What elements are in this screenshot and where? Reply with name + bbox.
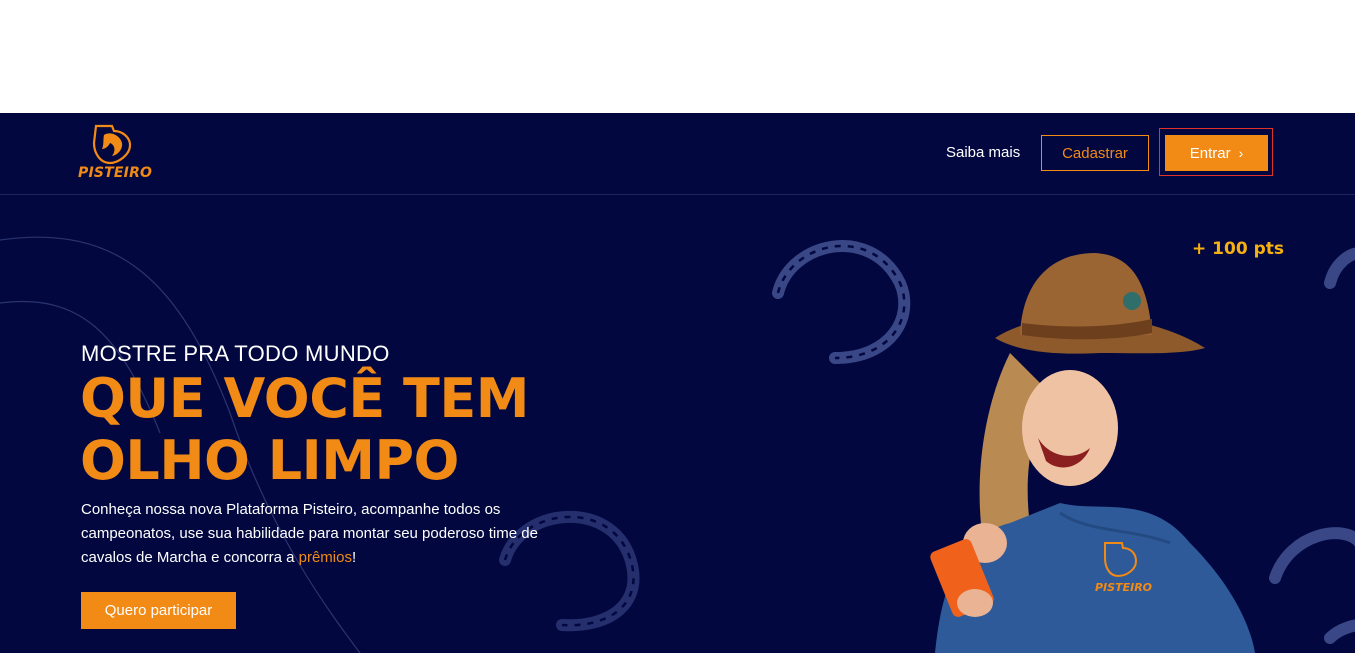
logo-text: PISTEIRO bbox=[78, 165, 153, 181]
premios-highlight: prêmios bbox=[298, 549, 352, 566]
entrar-label: Entrar bbox=[1189, 144, 1231, 162]
horseshoe-icon bbox=[1269, 247, 1355, 644]
headline-line-2: OLHO LIMPO bbox=[80, 429, 459, 492]
hero-eyebrow: MOSTRE PRA TODO MUNDO bbox=[81, 341, 390, 366]
site-header: PISTEIRO Saiba mais Cadastrar Entrar › bbox=[0, 113, 1355, 195]
quero-participar-button[interactable]: Quero participar bbox=[81, 592, 236, 629]
horse-shield-logo-icon bbox=[92, 124, 132, 165]
cadastrar-button[interactable]: Cadastrar bbox=[1041, 135, 1149, 171]
hero-headline: QUE VOCÊ TEM OLHO LIMPO bbox=[80, 368, 529, 492]
saiba-mais-link[interactable]: Saiba mais bbox=[946, 144, 1020, 161]
chevron-right-icon: › bbox=[1238, 144, 1244, 161]
hero-description: Conheça nossa nova Plataforma Pisteiro, … bbox=[81, 498, 551, 570]
entrar-button-focus-ring: Entrar › bbox=[1159, 128, 1273, 176]
headline-line-1: QUE VOCÊ TEM bbox=[80, 367, 529, 430]
description-end: ! bbox=[351, 549, 357, 566]
shirt-logo-text: PISTEIRO bbox=[1095, 581, 1152, 594]
landing-page: PISTEIRO Saiba mais Cadastrar Entrar › MO… bbox=[0, 113, 1355, 653]
brand-logo[interactable]: PISTEIRO bbox=[78, 123, 152, 185]
top-blank-area bbox=[0, 0, 1355, 113]
cowgirl-hero-image: PISTEIRO bbox=[930, 253, 1255, 653]
entrar-button[interactable]: Entrar › bbox=[1165, 135, 1268, 171]
